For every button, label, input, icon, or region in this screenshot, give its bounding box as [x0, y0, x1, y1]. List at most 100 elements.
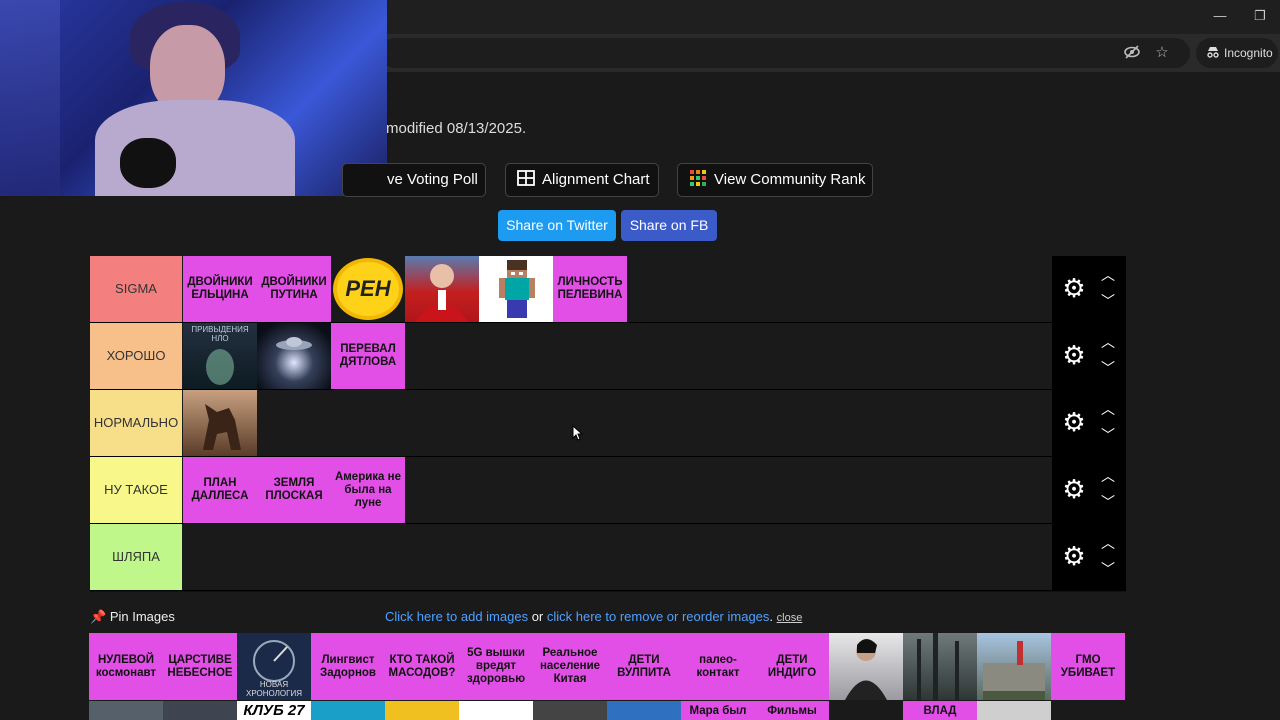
pool-item[interactable]: [607, 701, 681, 720]
chevron-down-icon[interactable]: ﹀: [1098, 292, 1118, 310]
pool-item[interactable]: ЦАРСТИВЕ НЕБЕСНОЕ: [163, 633, 237, 700]
share-fb-button[interactable]: Share on FB: [621, 210, 717, 241]
gear-icon[interactable]: ⚙: [1060, 475, 1088, 503]
incognito-label: Incognito: [1224, 46, 1273, 60]
mouse-cursor-icon: [572, 425, 584, 441]
pool-item-new-chronology-book[interactable]: НОВАЯ ХРОНОЛОГИЯ: [237, 633, 311, 700]
pool-item[interactable]: [311, 701, 385, 720]
tier-item-minecraft-herobrine[interactable]: [479, 256, 553, 322]
image-pool: НУЛЕВОЙ космонавт ЦАРСТИВЕ НЕБЕСНОЕ НОВА…: [89, 633, 1127, 720]
pool-item[interactable]: Лингвист Задорнов: [311, 633, 385, 700]
chevron-up-icon[interactable]: ︿: [1098, 534, 1118, 552]
gear-icon[interactable]: ⚙: [1060, 408, 1088, 436]
pool-item[interactable]: [533, 701, 607, 720]
pool-item[interactable]: [89, 701, 163, 720]
pool-item[interactable]: палео-контакт: [681, 633, 755, 700]
voting-poll-label: ve Voting Poll: [387, 171, 478, 188]
pool-item[interactable]: НУЛЕВОЙ космонавт: [89, 633, 163, 700]
close-link[interactable]: close: [777, 612, 803, 624]
minimize-icon[interactable]: —: [1208, 6, 1232, 26]
voting-poll-button[interactable]: ve Voting Poll: [342, 163, 486, 197]
pool-item[interactable]: [977, 701, 1051, 720]
tier-item-ufo-photo[interactable]: [257, 323, 331, 389]
tier-label[interactable]: НОРМАЛЬНО: [90, 390, 182, 456]
alignment-chart-button[interactable]: Alignment Chart: [505, 163, 659, 197]
pool-item[interactable]: КТО ТАКОЙ МАСОДОВ?: [385, 633, 459, 700]
chevron-up-icon[interactable]: ︿: [1098, 400, 1118, 418]
tier-controls: ⚙ ︿ ﹀: [1052, 457, 1126, 523]
tier-item-werewolf-image[interactable]: [183, 390, 257, 456]
share-twitter-button[interactable]: Share on Twitter: [498, 210, 616, 241]
pool-item[interactable]: [459, 701, 533, 720]
tier-item[interactable]: ДВОЙНИКИ ПУТИНА: [257, 256, 331, 322]
gear-icon[interactable]: ⚙: [1060, 542, 1088, 570]
chevron-down-icon[interactable]: ﹀: [1098, 493, 1118, 511]
tier-label[interactable]: ХОРОШО: [90, 323, 182, 389]
pin-images-bar: 📌 Pin Images Click here to add images or…: [90, 608, 1126, 628]
ren-logo-text: РЕН: [345, 276, 391, 301]
pool-item[interactable]: Реальное население Китая: [533, 633, 607, 700]
pool-item[interactable]: ДЕТИ ИНДИГО: [755, 633, 829, 700]
tier-item[interactable]: ЗЕМЛЯ ПЛОСКАЯ: [257, 457, 331, 523]
community-rank-label: View Community Rank: [714, 171, 866, 188]
pool-item[interactable]: ГМО УБИВАЕТ: [1051, 633, 1125, 700]
tier-item-photo-man[interactable]: [405, 256, 479, 322]
tier-list: SIGMA ДВОЙНИКИ ЕЛЬЦИНА ДВОЙНИКИ ПУТИНА Р…: [90, 256, 1126, 592]
alignment-chart-label: Alignment Chart: [542, 171, 650, 188]
chevron-up-icon[interactable]: ︿: [1098, 333, 1118, 351]
tier-row-horosho: ХОРОШО ПРИВЫДЕНИЯ НЛО ПЕРЕВАЛ ДЯТЛОВА ⚙ …: [90, 323, 1126, 390]
tier-label[interactable]: НУ ТАКОЕ: [90, 457, 182, 523]
tier-item[interactable]: ПЛАН ДАЛЛЕСА: [183, 457, 257, 523]
book-title: НОВАЯ ХРОНОЛОГИЯ: [246, 680, 302, 698]
pool-item[interactable]: [163, 701, 237, 720]
grid-icon: [517, 170, 535, 186]
tier-item[interactable]: ДВОЙНИКИ ЕЛЬЦИНА: [183, 256, 257, 322]
tier-row-shlyapa: ШЛЯПА ⚙ ︿ ﹀: [90, 524, 1126, 591]
pool-item[interactable]: ДЕТИ ВУЛПИТА: [607, 633, 681, 700]
incognito-badge[interactable]: Incognito: [1196, 38, 1278, 68]
tier-item[interactable]: ЛИЧНОСТЬ ПЕЛЕВИНА: [553, 256, 627, 322]
gear-icon[interactable]: ⚙: [1060, 274, 1088, 302]
pool-item[interactable]: [385, 701, 459, 720]
pool-item[interactable]: [829, 701, 903, 720]
or-text: or: [528, 609, 547, 624]
pool-item-forest-photo[interactable]: [903, 633, 977, 700]
eye-off-icon[interactable]: [1122, 44, 1142, 62]
pool-item[interactable]: 5G вышки вредят здоровью: [459, 633, 533, 700]
pin-images-toggle[interactable]: 📌 Pin Images: [90, 609, 175, 625]
tier-item[interactable]: Америка не была на луне: [331, 457, 405, 523]
gear-icon[interactable]: ⚙: [1060, 341, 1088, 369]
pool-item[interactable]: Фильмы: [755, 701, 829, 720]
add-images-link[interactable]: Click here to add images: [385, 609, 528, 624]
tier-row-nu-takoe: НУ ТАКОЕ ПЛАН ДАЛЛЕСА ЗЕМЛЯ ПЛОСКАЯ Амер…: [90, 457, 1126, 524]
incognito-icon: [1207, 47, 1219, 58]
tier-item-ghosts-ufo-book[interactable]: ПРИВЫДЕНИЯ НЛО: [183, 323, 257, 389]
tier-row-sigma: SIGMA ДВОЙНИКИ ЕЛЬЦИНА ДВОЙНИКИ ПУТИНА Р…: [90, 256, 1126, 323]
remove-images-link[interactable]: click here to remove or reorder images: [547, 609, 770, 624]
star-icon[interactable]: ☆: [1152, 44, 1172, 62]
pool-item-chernobyl-photo[interactable]: [977, 633, 1051, 700]
address-bar[interactable]: ☆: [380, 38, 1190, 68]
pool-item[interactable]: ВЛАД: [903, 701, 977, 720]
tier-item[interactable]: ПЕРЕВАЛ ДЯТЛОВА: [331, 323, 405, 389]
webcam-background: [0, 0, 60, 196]
tier-controls: ⚙ ︿ ﹀: [1052, 256, 1126, 322]
chevron-down-icon[interactable]: ﹀: [1098, 359, 1118, 377]
chevron-up-icon[interactable]: ︿: [1098, 467, 1118, 485]
tier-controls: ⚙ ︿ ﹀: [1052, 524, 1126, 590]
tier-label[interactable]: ШЛЯПА: [90, 524, 182, 590]
period-text: .: [769, 609, 777, 624]
modified-date: modified 08/13/2025.: [386, 120, 527, 137]
chevron-up-icon[interactable]: ︿: [1098, 266, 1118, 284]
pool-item[interactable]: Мара был: [681, 701, 755, 720]
tier-controls: ⚙ ︿ ﹀: [1052, 323, 1126, 389]
community-rank-button[interactable]: View Community Rank: [677, 163, 873, 197]
tier-label[interactable]: SIGMA: [90, 256, 182, 322]
pool-item-photo-singer[interactable]: [829, 633, 903, 700]
tier-item-ren-logo[interactable]: РЕН: [331, 256, 405, 322]
chevron-down-icon[interactable]: ﹀: [1098, 426, 1118, 444]
microphone: [120, 138, 176, 188]
pool-item[interactable]: КЛУБ 27: [237, 701, 311, 720]
chevron-down-icon[interactable]: ﹀: [1098, 560, 1118, 578]
restore-icon[interactable]: ❐: [1248, 6, 1272, 26]
